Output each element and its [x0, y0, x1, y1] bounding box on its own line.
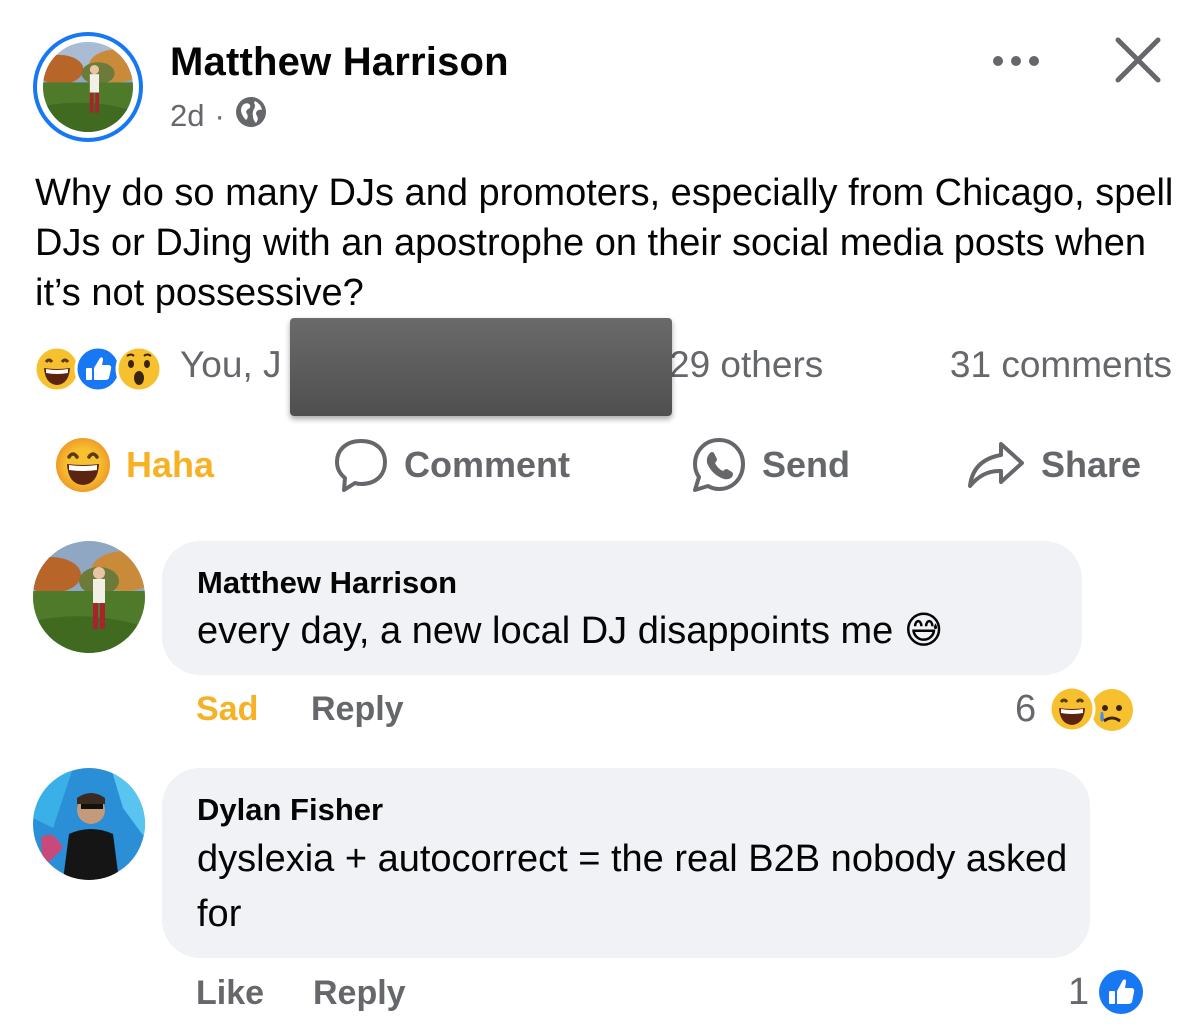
- comment-reaction-summary[interactable]: 1: [1068, 968, 1145, 1016]
- globe-icon: [235, 96, 267, 136]
- post-author-name[interactable]: Matthew Harrison: [170, 40, 509, 85]
- close-icon: [1115, 37, 1161, 83]
- author-avatar[interactable]: [33, 32, 143, 142]
- haha-label: Haha: [126, 444, 215, 485]
- comment-text: every day, a new local DJ disappoints me…: [197, 610, 944, 652]
- whatsapp-icon: [693, 438, 745, 492]
- comment-bubble[interactable]: Dylan Fisher dyslexia + autocorrect = th…: [162, 768, 1090, 958]
- like-button[interactable]: Like: [196, 974, 264, 1013]
- more-options-button[interactable]: [990, 44, 1042, 78]
- ellipsis-icon: [993, 56, 1039, 66]
- reaction-names: You, J: [180, 344, 282, 385]
- reaction-count: 1: [1068, 970, 1090, 1013]
- like-icon: [1099, 970, 1144, 1014]
- share-label: Share: [1041, 444, 1142, 485]
- comment-reaction-summary[interactable]: 6: [1015, 684, 1136, 734]
- sad-emoji-icon: [1091, 689, 1134, 731]
- close-button[interactable]: [1112, 34, 1164, 86]
- post-meta: 2d ·: [170, 96, 267, 136]
- reply-button[interactable]: Reply: [313, 974, 406, 1013]
- reaction-icons: [32, 344, 172, 393]
- haha-emoji-icon: [1048, 685, 1096, 733]
- avatar-photo: [33, 541, 145, 653]
- haha-sad-reaction-icons: [1048, 685, 1134, 733]
- comment-count[interactable]: 31 comments: [950, 344, 1172, 386]
- comment-author-name[interactable]: Dylan Fisher: [197, 792, 383, 828]
- haha-reaction-button[interactable]: Haha: [54, 432, 214, 498]
- wow-emoji-icon: [115, 345, 163, 393]
- meta-separator: ·: [214, 98, 225, 133]
- like-icon: [74, 345, 122, 393]
- reply-button[interactable]: Reply: [311, 690, 404, 729]
- send-label: Send: [762, 444, 851, 485]
- post-text: Why do so many DJs and promoters, especi…: [35, 172, 1174, 314]
- send-button[interactable]: Send: [690, 432, 850, 498]
- comment-bubble[interactable]: Matthew Harrison every day, a new local …: [162, 541, 1082, 675]
- comment-button[interactable]: Comment: [332, 432, 570, 498]
- avatar-photo: [33, 768, 145, 880]
- comment-author-avatar[interactable]: [33, 768, 145, 880]
- comment-text: dyslexia + autocorrect = the real B2B no…: [197, 838, 1068, 935]
- comment-author-avatar[interactable]: [33, 541, 145, 653]
- share-arrow-icon: [968, 442, 1024, 488]
- reaction-others: 29 others: [669, 344, 824, 385]
- share-button[interactable]: Share: [965, 432, 1141, 498]
- haha-emoji-icon: [56, 438, 110, 492]
- comment-label: Comment: [404, 444, 571, 485]
- avatar-photo: [43, 42, 133, 132]
- comment-author-name[interactable]: Matthew Harrison: [197, 565, 457, 601]
- comment-icon: [335, 439, 387, 492]
- haha-emoji-icon: [33, 345, 81, 393]
- sad-reaction-button[interactable]: Sad: [196, 690, 258, 729]
- redaction-block: [290, 318, 672, 416]
- post-time[interactable]: 2d: [170, 98, 204, 134]
- reaction-count: 6: [1015, 687, 1037, 730]
